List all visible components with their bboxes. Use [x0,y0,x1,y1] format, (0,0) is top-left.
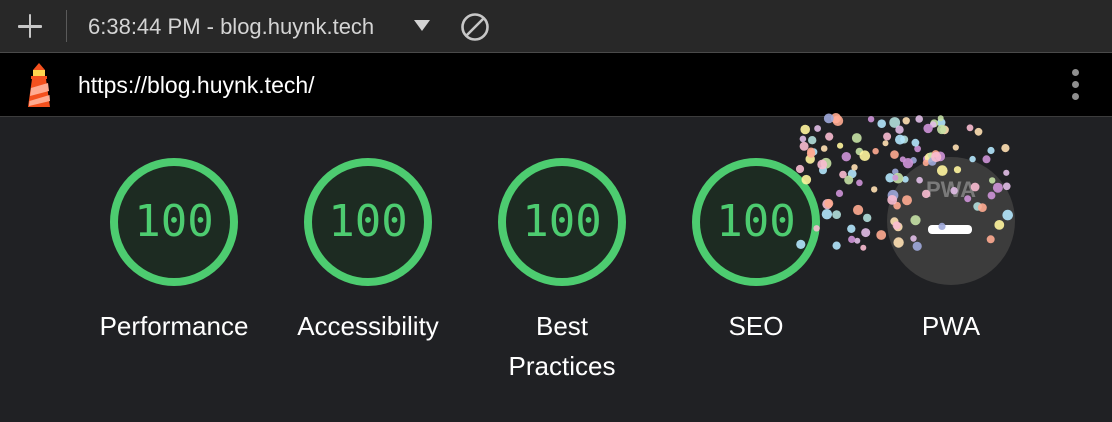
report-select[interactable]: 6:38:44 PM - blog.huynk.tech [88,12,433,42]
confetti-dot [837,142,844,149]
gauge-label: Accessibility [297,311,439,341]
gauge-accessibility[interactable]: 100 Accessibility [273,152,463,422]
caret-down-icon [414,20,430,31]
toolbar-divider [66,10,67,42]
confetti-dot [863,213,872,223]
gauge-best-practices[interactable]: 100 Best Practices [467,152,657,422]
confetti-dot [895,125,904,134]
pwa-label: PWA [921,311,981,341]
confetti-dot [808,136,817,145]
confetti-dot [833,116,840,124]
confetti-dot [889,117,901,128]
confetti-dot [859,150,871,161]
confetti-dot [882,140,889,147]
gauge-score: 100 [134,196,214,247]
confetti-dot [902,117,910,125]
confetti-dot [860,244,867,251]
confetti-dot [855,147,864,156]
report-toolbar: 6:38:44 PM - blog.huynk.tech [0,0,1112,53]
confetti-dot [877,119,886,128]
gauge-label: Performance [99,311,249,341]
confetti-dot [871,186,878,193]
confetti-dot [923,123,933,134]
report-url[interactable]: https://blog.huynk.tech/ [78,70,315,100]
confetti-dot [895,134,905,145]
confetti-dot [1001,144,1010,153]
confetti-dot [814,125,821,132]
confetti-dot [930,119,939,128]
confetti-dot [940,125,949,135]
confetti-dot [974,127,983,136]
kebab-menu-icon[interactable] [1064,67,1088,103]
confetti-dot [851,133,862,143]
gauge-label: SEO [728,311,784,341]
clear-icon[interactable] [459,11,491,43]
confetti-dot [987,146,995,155]
confetti-dot [937,118,946,127]
pwa-dash-icon [928,225,972,234]
confetti-dot [861,228,871,238]
gauge-score: 100 [328,196,408,247]
confetti-dot [900,135,909,144]
gauge-performance[interactable]: 100 Performance [79,152,269,422]
gauge-score: 100 [522,196,602,247]
confetti-dot [854,237,861,244]
confetti-dot [930,121,937,128]
confetti-dot [825,132,834,141]
confetti-dot [872,148,879,155]
confetti-dot [799,135,807,143]
lighthouse-icon [28,63,50,107]
confetti-dot [911,138,920,147]
confetti-dot [800,124,810,135]
report-select-value: 6:38:44 PM - blog.huynk.tech [88,14,375,39]
gauge-pwa[interactable]: PWA [887,157,1015,285]
gauge-label: Best Practices [508,311,616,381]
confetti-dot [966,124,974,132]
gauge-score: 100 [716,196,796,247]
confetti-dot [952,144,959,151]
gauge-seo[interactable]: 100 SEO [661,152,851,422]
confetti-dot [937,124,947,135]
confetti-dot [799,141,809,151]
confetti-dot [876,230,887,240]
pwa-badge-text: PWA [925,177,977,202]
new-report-button[interactable] [14,10,46,42]
confetti-dot [851,164,858,171]
confetti-dot [853,204,864,216]
confetti-dot [883,132,892,141]
confetti-dot [856,179,863,187]
confetti-dot [820,145,828,152]
url-bar: https://blog.huynk.tech/ [0,53,1112,117]
confetti-dot [914,145,921,153]
